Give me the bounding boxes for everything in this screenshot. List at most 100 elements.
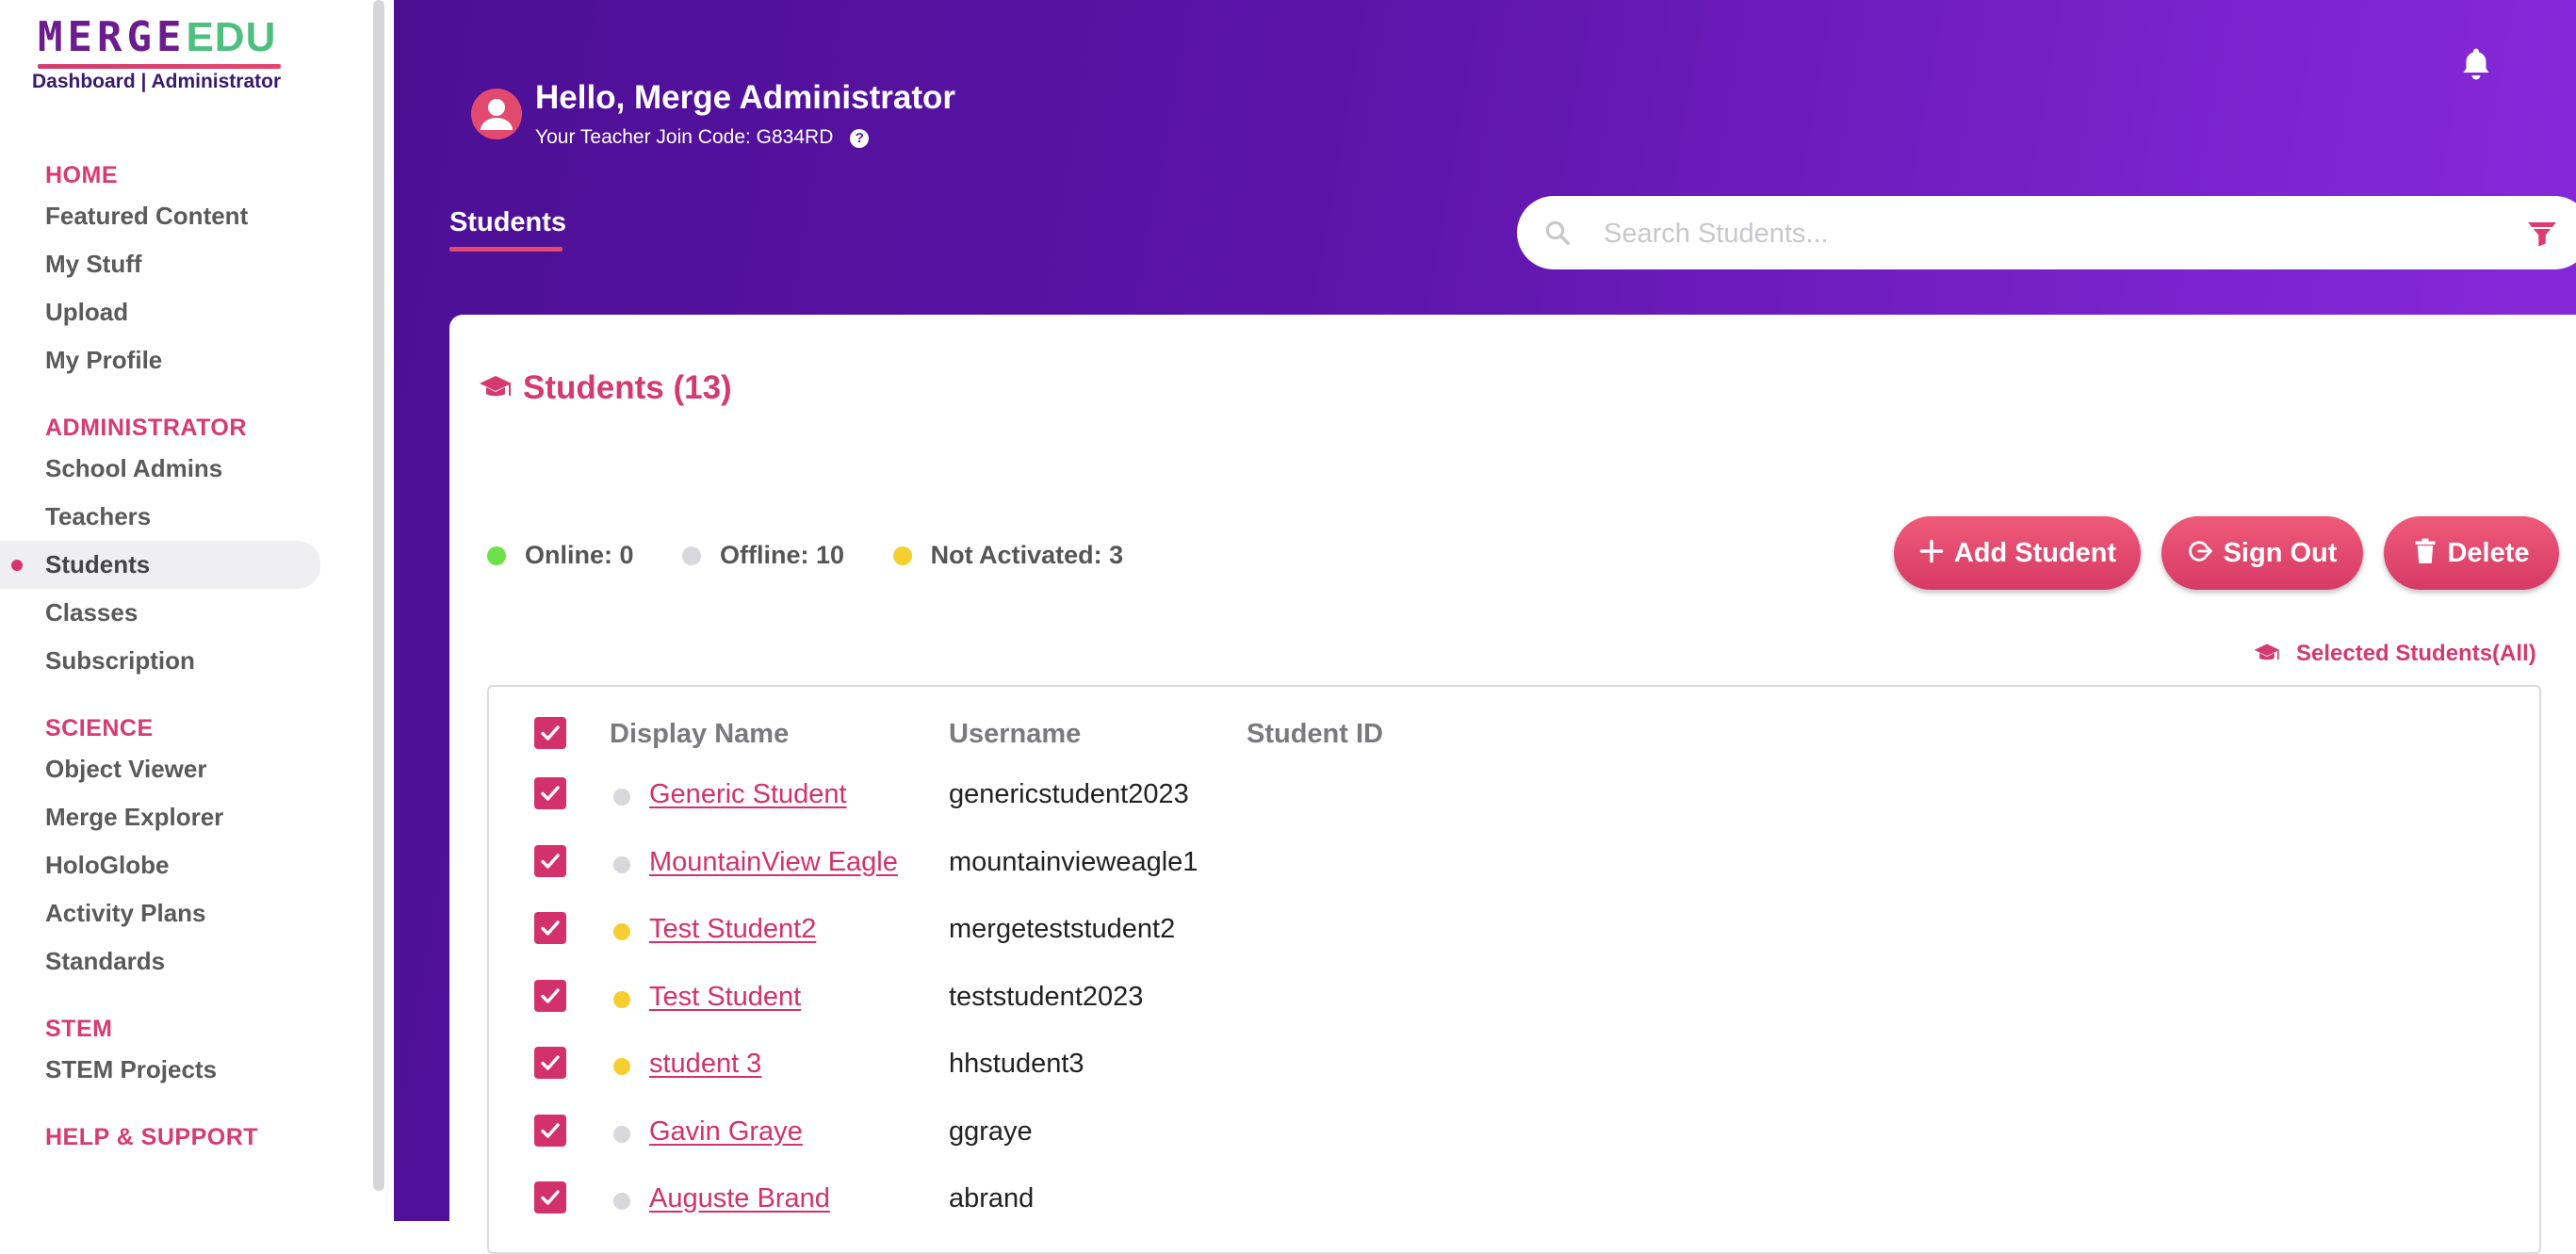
table-row: Test Student2 mergeteststudent2 — [489, 901, 2539, 957]
column-username[interactable]: Username — [949, 719, 1081, 750]
sidebar-item-subscription[interactable]: Subscription — [0, 637, 375, 685]
student-name-link[interactable]: Auguste Brand — [649, 1183, 830, 1214]
sidebar-item-label: School Admins — [45, 454, 223, 482]
nav-gap — [0, 1094, 375, 1120]
nav-section-stem: STEM — [45, 1016, 113, 1042]
student-username: abrand — [949, 1183, 1035, 1213]
dashboard-subtitle: Dashboard | Administrator — [32, 71, 282, 92]
selected-students-link[interactable]: Selected Students(All) — [2253, 641, 2536, 667]
sidebar-item-label: My Stuff — [45, 250, 142, 278]
table-row: Gavin Graye ggraye — [489, 1103, 2539, 1160]
students-table: Display Name Username Student ID Generic… — [487, 685, 2541, 1254]
nav-section-help-support: HELP & SUPPORT — [45, 1124, 259, 1150]
status-legend: Online: 0 Offline: 10 Not Activated: 3 — [487, 541, 1165, 570]
row-checkbox[interactable] — [534, 912, 566, 944]
filter-icon[interactable] — [2525, 217, 2559, 251]
column-student-id[interactable]: Student ID — [1247, 719, 1383, 750]
sign-out-label: Sign Out — [2223, 537, 2338, 568]
tab-active-underline — [449, 247, 562, 252]
student-name-link[interactable]: student 3 — [649, 1049, 761, 1080]
checkmark-icon — [541, 987, 560, 1003]
main-content: Hello, Merge Administrator Your Teacher … — [394, 0, 2576, 1254]
sidebar-item-my-profile[interactable]: My Profile — [0, 336, 375, 384]
student-name-link[interactable]: Test Student — [649, 982, 801, 1013]
row-checkbox[interactable] — [534, 777, 566, 809]
table-row: MountainView Eagle mountainvieweagle1 — [489, 834, 2539, 890]
nav-section-administrator: ADMINISTRATOR — [45, 415, 247, 441]
logo-edu-text: EDU — [186, 14, 277, 60]
sidebar-item-school-admins[interactable]: School Admins — [0, 445, 375, 493]
column-display-name[interactable]: Display Name — [610, 719, 789, 750]
student-username: ggraye — [949, 1116, 1033, 1147]
status-offline-text: Offline: 10 — [720, 541, 845, 569]
status-dot-icon — [613, 1125, 630, 1143]
table-row: student 3 hhstudent3 — [489, 1035, 2539, 1092]
help-icon[interactable]: ? — [850, 129, 870, 148]
search-input[interactable] — [1602, 209, 2491, 258]
user-avatar-icon[interactable] — [471, 89, 522, 139]
row-checkbox[interactable] — [534, 979, 566, 1012]
sidebar-scrollbar[interactable] — [373, 0, 384, 1191]
search-icon — [1545, 220, 1570, 245]
sidebar: MERGEEDU Dashboard | Administrator HOME F… — [0, 0, 384, 1221]
checkmark-icon — [541, 786, 560, 801]
greeting: Hello, Merge Administrator — [535, 79, 955, 116]
student-name-link[interactable]: MountainView Eagle — [649, 847, 898, 878]
checkmark-icon — [541, 1122, 560, 1138]
status-dot-icon — [613, 855, 630, 873]
delete-button[interactable]: Delete — [2384, 516, 2559, 590]
sidebar-item-merge-explorer[interactable]: Merge Explorer — [0, 793, 375, 841]
sidebar-item-stem-projects[interactable]: STEM Projects — [0, 1046, 375, 1094]
nav-section-home: HOME — [45, 162, 118, 188]
table-row: Test Student teststudent2023 — [489, 969, 2539, 1025]
sidebar-item-label: HoloGlobe — [45, 851, 170, 879]
graduation-cap-icon — [2254, 643, 2280, 660]
sidebar-item-teachers[interactable]: Teachers — [0, 493, 375, 541]
student-username: hhstudent3 — [949, 1049, 1084, 1079]
sidebar-nav: HOME Featured Content My Stuff Upload My Pro… — [0, 158, 375, 1154]
checkmark-icon — [541, 920, 560, 936]
delete-label: Delete — [2447, 537, 2530, 568]
sidebar-item-label: Classes — [45, 598, 139, 627]
status-dot-icon — [613, 923, 630, 940]
sidebar-item-label: Standards — [45, 947, 166, 975]
nav-section-science: SCIENCE — [45, 715, 154, 741]
sidebar-item-label: Activity Plans — [45, 899, 206, 927]
student-name-link[interactable]: Test Student2 — [649, 914, 816, 945]
search-bar — [1517, 196, 2576, 269]
logo-merge-text: MERGE — [38, 13, 187, 61]
student-name-link[interactable]: Gavin Graye — [649, 1116, 803, 1148]
student-username: mergeteststudent2 — [949, 914, 1176, 944]
status-dot-icon — [613, 1058, 630, 1075]
row-checkbox[interactable] — [534, 1114, 566, 1147]
merge-edu-logo[interactable]: MERGEEDU — [38, 14, 281, 69]
bell-icon[interactable] — [2459, 45, 2493, 83]
status-dot-icon — [613, 789, 630, 806]
sign-out-button[interactable]: Sign Out — [2161, 516, 2363, 590]
select-all-checkbox[interactable] — [534, 717, 566, 749]
nav-gap — [0, 685, 375, 711]
table-row: Generic Student genericstudent2023 — [489, 766, 2539, 822]
sidebar-item-hologlobe[interactable]: HoloGlobe — [0, 841, 375, 889]
sidebar-item-object-viewer[interactable]: Object Viewer — [0, 745, 375, 793]
join-code-text: Your Teacher Join Code: G834RD — [535, 126, 834, 148]
sidebar-item-featured-content[interactable]: Featured Content — [0, 192, 375, 240]
status-not-activated: Not Activated: 3 — [892, 541, 1124, 569]
add-student-button[interactable]: Add Student — [1894, 516, 2141, 590]
join-code: Your Teacher Join Code: G834RD? — [535, 126, 870, 149]
sidebar-item-my-stuff[interactable]: My Stuff — [0, 240, 375, 288]
sidebar-item-label: Students — [45, 550, 151, 578]
row-checkbox[interactable] — [534, 844, 566, 877]
sidebar-item-label: Subscription — [45, 646, 195, 675]
status-online-text: Online: 0 — [525, 541, 634, 569]
sidebar-item-classes[interactable]: Classes — [0, 589, 375, 637]
student-name-link[interactable]: Generic Student — [649, 779, 847, 810]
status-not-activated-text: Not Activated: 3 — [930, 541, 1124, 569]
sidebar-item-upload[interactable]: Upload — [0, 288, 375, 336]
row-checkbox[interactable] — [534, 1181, 566, 1213]
tab-students[interactable]: Students — [449, 207, 566, 238]
sidebar-item-standards[interactable]: Standards — [0, 937, 375, 985]
sidebar-item-activity-plans[interactable]: Activity Plans — [0, 889, 375, 937]
sidebar-item-students[interactable]: Students — [0, 541, 320, 589]
row-checkbox[interactable] — [534, 1047, 566, 1079]
